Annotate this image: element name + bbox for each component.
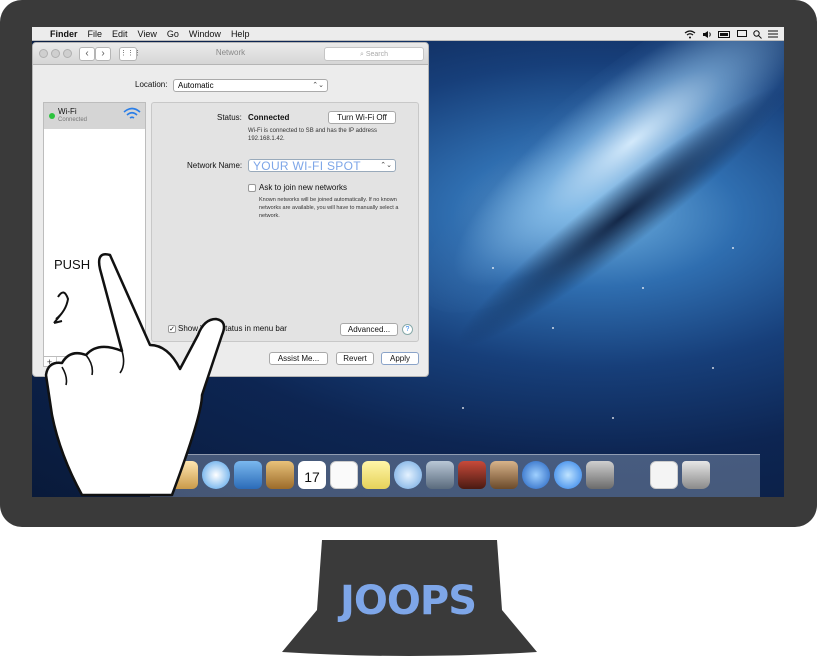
- pointing-hand-icon: [44, 253, 226, 497]
- brand-logo: JOOPS: [340, 578, 477, 624]
- desktop-screen: Finder File Edit View Go Window Help ‹ ›…: [32, 27, 784, 497]
- monitor-frame: Finder File Edit View Go Window Help ‹ ›…: [0, 0, 817, 527]
